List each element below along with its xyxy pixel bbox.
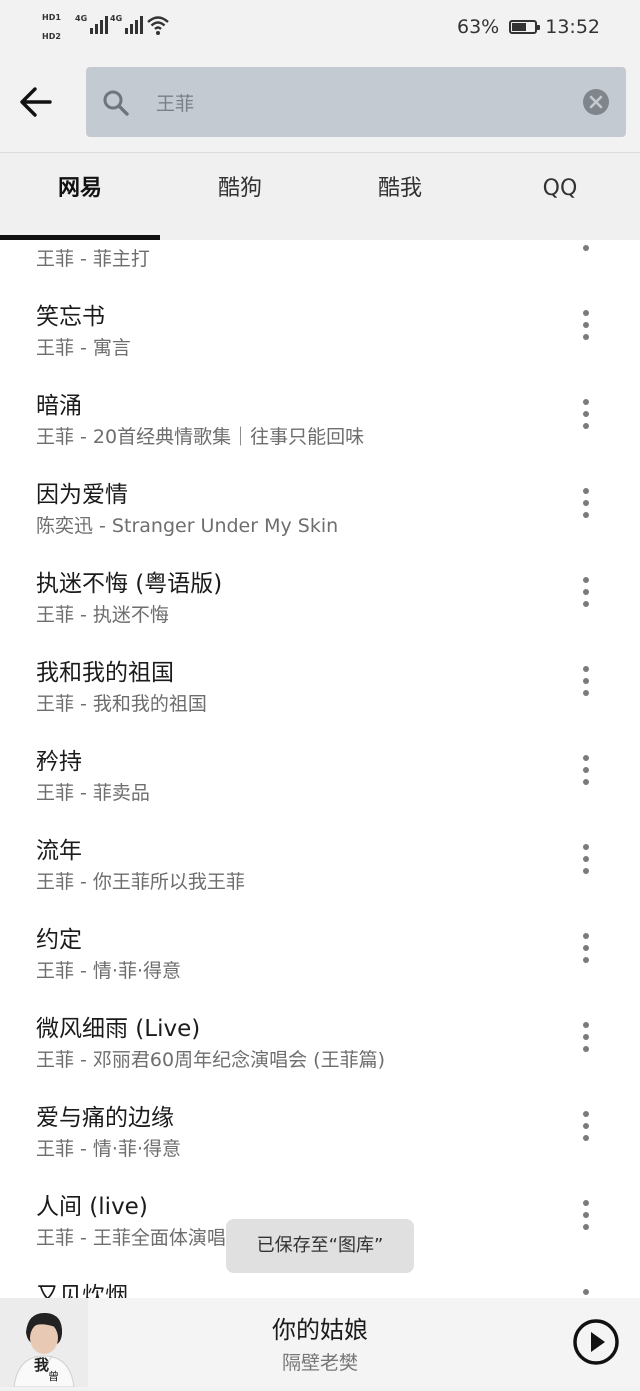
tab-netease[interactable]: 网易 — [0, 153, 160, 239]
more-vertical-icon[interactable] — [576, 663, 596, 699]
mini-player: 我 曾 你的姑娘 隔壁老樊 — [0, 1298, 640, 1388]
now-playing-artist: 隔壁老樊 — [281, 1352, 358, 1374]
song-artist-album: 王菲 - 菲卖品 — [36, 782, 150, 804]
network-type-label: 4G — [75, 14, 88, 23]
cover-text: 我 — [34, 1356, 50, 1374]
back-button[interactable] — [18, 84, 54, 120]
clock: 13:52 — [545, 16, 600, 38]
sim2-hd-badge: HD2 — [42, 32, 61, 41]
song-row[interactable]: 流年王菲 - 你王菲所以我王菲 — [0, 831, 640, 920]
now-playing[interactable]: 你的姑娘 隔壁老樊 — [88, 1298, 640, 1387]
song-title: 矜持 — [36, 749, 82, 775]
toast: 已保存至“图库” — [226, 1219, 414, 1273]
tab-indicator — [0, 235, 160, 240]
network-type-label: 4G — [110, 14, 123, 23]
more-vertical-icon[interactable] — [576, 841, 596, 877]
battery-percent: 63% — [457, 16, 500, 38]
song-artist-album: 王菲 - 邓丽君60周年纪念演唱会 (王菲篇) — [36, 1049, 385, 1071]
play-circle-icon[interactable] — [572, 1318, 620, 1366]
song-artist-album: 王菲 - 情·菲·得意 — [36, 960, 182, 982]
song-artist-album: 王菲 - 王菲全面体演唱会 — [36, 1227, 245, 1249]
song-row[interactable]: 因为爱情陈奕迅 - Stranger Under My Skin — [0, 475, 640, 564]
more-vertical-icon[interactable] — [576, 485, 596, 521]
song-row[interactable]: 微风细雨 (Live) 王菲 - 邓丽君60周年纪念演唱会 (王菲篇) — [0, 1009, 640, 1098]
status-right: 63% 13:52 — [457, 16, 600, 38]
clear-icon[interactable] — [582, 88, 610, 116]
song-title: 我和我的祖国 — [36, 660, 174, 686]
song-artist-album: 王菲 - 菲主打 — [36, 248, 150, 270]
song-title: 执迷不悔 (粤语版) — [36, 571, 223, 597]
more-vertical-icon[interactable] — [576, 307, 596, 343]
search-icon — [103, 90, 129, 116]
album-cover[interactable]: 我 曾 — [0, 1298, 88, 1388]
song-row[interactable]: 王菲 - 菲主打 — [0, 240, 640, 297]
song-title: 约定 — [36, 927, 82, 953]
signal-1-icon: 4G — [75, 14, 109, 34]
song-title: 爱与痛的边缘 — [36, 1105, 174, 1131]
song-row[interactable]: 又见炊烟王菲 - 菲主打 — [0, 1276, 640, 1298]
song-row[interactable]: 爱与痛的边缘王菲 - 情·菲·得意 — [0, 1098, 640, 1187]
song-row[interactable]: 约定王菲 - 情·菲·得意 — [0, 920, 640, 1009]
song-row[interactable]: 笑忘书王菲 - 寓言 — [0, 297, 640, 386]
song-title: 暗涌 — [36, 393, 82, 419]
song-row[interactable]: 暗涌王菲 - 20首经典情歌集｜往事只能回味 — [0, 386, 640, 475]
song-artist-album: 王菲 - 你王菲所以我王菲 — [36, 871, 245, 893]
signal-2-icon: 4G — [110, 14, 144, 34]
more-vertical-icon[interactable] — [576, 752, 596, 788]
song-artist-album: 王菲 - 情·菲·得意 — [36, 1138, 182, 1160]
tab-qq[interactable]: QQ — [480, 153, 640, 239]
more-vertical-icon[interactable] — [576, 930, 596, 966]
more-vertical-icon[interactable] — [576, 574, 596, 610]
song-artist-album: 王菲 - 寓言 — [36, 337, 131, 359]
song-artist-album: 王菲 - 20首经典情歌集｜往事只能回味 — [36, 426, 365, 448]
song-list[interactable]: 王菲 - 菲主打笑忘书王菲 - 寓言暗涌王菲 - 20首经典情歌集｜往事只能回味… — [0, 240, 640, 1298]
song-row[interactable]: 矜持王菲 - 菲卖品 — [0, 742, 640, 831]
more-vertical-icon[interactable] — [576, 1197, 596, 1233]
battery-icon — [509, 20, 541, 34]
more-vertical-icon[interactable] — [576, 1286, 596, 1298]
sim1-hd-badge: HD1 — [42, 13, 61, 22]
status-bar: HD1 HD2 4G 4G 63% 13:52 — [0, 0, 640, 52]
song-artist-album: 陈奕迅 - Stranger Under My Skin — [36, 515, 339, 537]
song-title: 人间 (live) — [36, 1194, 148, 1220]
tab-kuwo[interactable]: 酷我 — [320, 153, 480, 239]
wifi-icon — [147, 16, 169, 35]
song-row[interactable]: 我和我的祖国王菲 - 我和我的祖国 — [0, 653, 640, 742]
song-title: 笑忘书 — [36, 304, 105, 330]
now-playing-title: 你的姑娘 — [272, 1316, 368, 1344]
tab-kugou[interactable]: 酷狗 — [160, 153, 320, 239]
song-title: 又见炊烟 — [36, 1283, 128, 1298]
arrow-left-icon — [20, 87, 52, 117]
source-tabs: 网易 酷狗 酷我 QQ — [0, 152, 640, 241]
song-title: 流年 — [36, 838, 82, 864]
cover-text: 曾 — [48, 1370, 59, 1383]
song-title: 因为爱情 — [36, 482, 128, 508]
song-artist-album: 王菲 - 我和我的祖国 — [36, 693, 207, 715]
more-vertical-icon[interactable] — [576, 396, 596, 432]
more-vertical-icon[interactable] — [576, 1108, 596, 1144]
song-artist-album: 王菲 - 执迷不悔 — [36, 604, 169, 626]
more-vertical-icon[interactable] — [576, 1019, 596, 1055]
search-input[interactable]: 王菲 — [86, 67, 626, 137]
song-title: 微风细雨 (Live) — [36, 1016, 201, 1042]
song-row[interactable]: 执迷不悔 (粤语版) 王菲 - 执迷不悔 — [0, 564, 640, 653]
more-vertical-icon[interactable] — [576, 240, 596, 254]
search-query: 王菲 — [156, 93, 195, 115]
